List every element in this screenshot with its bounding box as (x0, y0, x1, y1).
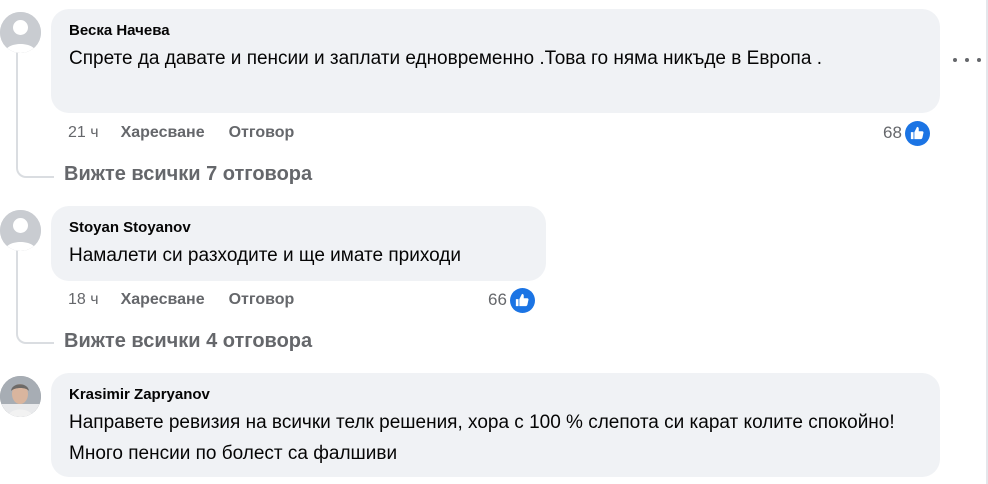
thumbs-up-icon (509, 287, 535, 313)
default-avatar-icon (0, 12, 41, 53)
comment-author[interactable]: Stoyan Stoyanov (69, 218, 530, 238)
comment-author[interactable]: Веска Начева (69, 21, 924, 41)
reaction-count: 68 (883, 123, 902, 142)
thread-line (16, 48, 54, 178)
reaction-count: 66 (488, 290, 507, 309)
avatar[interactable] (0, 210, 41, 251)
view-replies-link[interactable]: Вижте всички 4 отговора (64, 330, 312, 353)
reply-button[interactable]: Отговор (229, 291, 295, 309)
view-replies-link[interactable]: Вижте всички 7 отговора (64, 163, 312, 186)
default-avatar-icon (0, 210, 41, 251)
comment-timestamp[interactable]: 18 ч (68, 291, 99, 309)
comment-author[interactable]: Krasimir Zapryanov (69, 385, 924, 405)
comment-actions: 18 ч Харесване Отговор (68, 288, 318, 312)
reaction-summary[interactable]: 68 (883, 120, 930, 146)
like-button[interactable]: Харесване (121, 291, 205, 309)
thread-line (16, 246, 54, 344)
comment-text: Намалети си разходите и ще имате приходи (69, 245, 461, 266)
thumbs-up-icon (904, 120, 930, 146)
avatar[interactable] (0, 12, 41, 53)
comment-bubble: Krasimir Zapryanov Направете ревизия на … (51, 373, 940, 477)
comment-timestamp[interactable]: 21 ч (68, 124, 99, 142)
comment-bubble: Веска Начева Спрете да давате и пенсии и… (51, 9, 940, 113)
comment-text: Спрете да давате и пенсии и заплати едно… (69, 48, 822, 69)
reply-button[interactable]: Отговор (229, 124, 295, 142)
like-button[interactable]: Харесване (121, 124, 205, 142)
avatar[interactable] (0, 376, 41, 417)
photo-avatar-icon (0, 376, 41, 417)
more-options-icon[interactable] (953, 50, 981, 70)
comment-actions: 21 ч Харесване Отговор (68, 121, 318, 145)
comment-text: Направете ревизия на всички телк решения… (69, 412, 895, 464)
reaction-summary[interactable]: 66 (488, 287, 535, 313)
comment-bubble: Stoyan Stoyanov Намалети си разходите и … (51, 206, 546, 281)
